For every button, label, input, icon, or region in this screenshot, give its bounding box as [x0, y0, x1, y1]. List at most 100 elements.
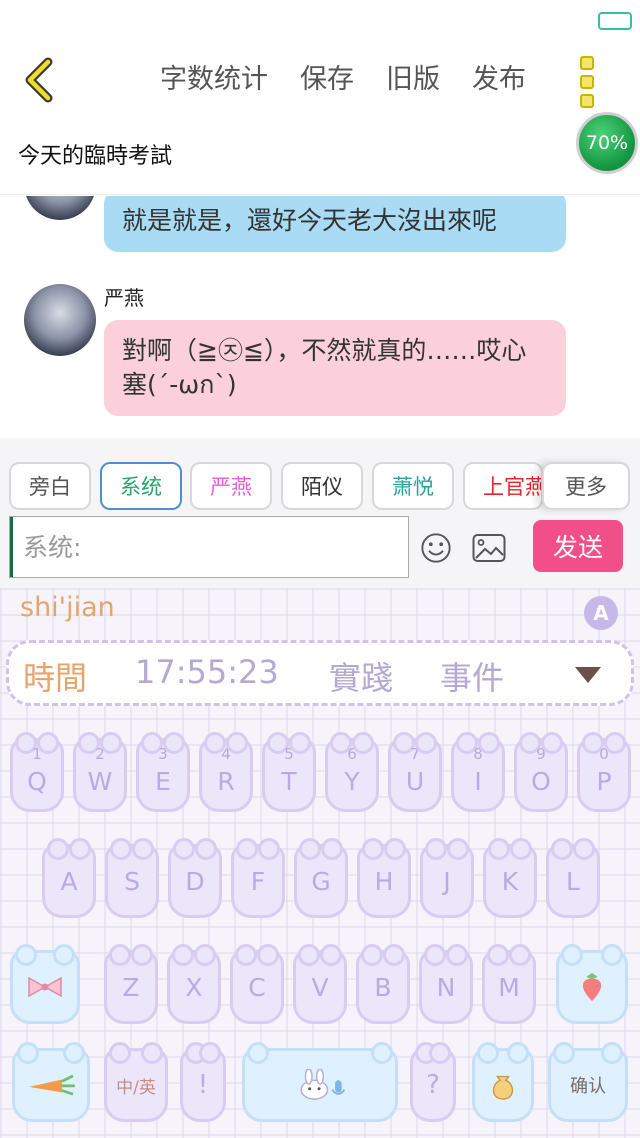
- delete-key[interactable]: [556, 944, 628, 1024]
- word-count-button[interactable]: 字数统计: [160, 60, 268, 100]
- key-i[interactable]: 8I: [451, 732, 505, 812]
- key-letter: F: [250, 867, 266, 896]
- more-roles-button[interactable]: 更多: [542, 462, 630, 510]
- key-letter: X: [185, 973, 203, 1002]
- key-letter: O: [531, 767, 551, 796]
- expand-candidates-icon[interactable]: [575, 667, 601, 683]
- strawberry-icon: [559, 953, 625, 1021]
- key-letter: H: [374, 867, 394, 896]
- space-key[interactable]: [242, 1042, 398, 1122]
- message-bubble[interactable]: 對啊（≧㉨≦），不然就真的……哎心塞(´-ωก`): [104, 320, 566, 416]
- key-letter: N: [436, 973, 456, 1002]
- bow-icon: [13, 953, 77, 1021]
- question-label: ?: [426, 1070, 440, 1100]
- role-system[interactable]: 系统: [100, 462, 182, 510]
- key-p[interactable]: 0P: [577, 732, 631, 812]
- confirm-key[interactable]: 确认: [548, 1042, 628, 1122]
- key-q[interactable]: 1Q: [10, 732, 64, 812]
- old-version-button[interactable]: 旧版: [386, 60, 440, 100]
- key-letter: M: [498, 973, 520, 1002]
- key-number: 3: [158, 745, 168, 763]
- publish-button[interactable]: 发布: [472, 60, 526, 100]
- key-z[interactable]: Z: [104, 944, 158, 1024]
- key-letter: Q: [27, 767, 47, 796]
- key-f[interactable]: F: [231, 838, 285, 918]
- role-xiaoyue[interactable]: 萧悦: [372, 462, 454, 510]
- key-letter: Y: [344, 767, 360, 796]
- key-letter: E: [155, 767, 171, 796]
- avatar: [24, 284, 96, 356]
- key-number: 4: [221, 745, 231, 763]
- key-j[interactable]: J: [420, 838, 474, 918]
- message-bubble[interactable]: 就是就是，還好今天老大沒出來呢: [104, 196, 566, 252]
- language-switch-key[interactable]: 中/英: [104, 1042, 168, 1122]
- key-b[interactable]: B: [356, 944, 410, 1024]
- role-shangguanyan[interactable]: 上官燕: [463, 462, 543, 510]
- role-moyi[interactable]: 陌仪: [281, 462, 363, 510]
- money-bag-icon: [475, 1051, 531, 1119]
- key-letter: R: [217, 767, 235, 796]
- key-m[interactable]: M: [482, 944, 536, 1024]
- chat-area: 就是就是，還好今天老大沒出來呢 严燕 對啊（≧㉨≦），不然就真的……哎心塞(´-…: [0, 196, 640, 438]
- key-u[interactable]: 7U: [388, 732, 442, 812]
- key-number: 2: [95, 745, 105, 763]
- key-s[interactable]: S: [105, 838, 159, 918]
- image-icon[interactable]: [472, 532, 506, 564]
- key-v[interactable]: V: [293, 944, 347, 1024]
- key-letter: I: [474, 767, 482, 796]
- battery-icon: [598, 12, 632, 30]
- save-button[interactable]: 保存: [300, 60, 354, 100]
- candidate-item[interactable]: 實踐: [329, 653, 393, 699]
- key-o[interactable]: 9O: [514, 732, 568, 812]
- message-input-field[interactable]: [9, 516, 409, 578]
- exclamation-label: !: [197, 1070, 209, 1100]
- emoji-icon[interactable]: [419, 532, 453, 564]
- key-h[interactable]: H: [357, 838, 411, 918]
- key-letter: C: [248, 973, 266, 1002]
- exclamation-key[interactable]: !: [180, 1042, 226, 1122]
- toolbar: 字数统计 保存 旧版 发布: [160, 60, 558, 100]
- keyboard: shi'jian A 時間 17:55:23 實踐 事件 1Q2W3E4R5T6…: [0, 588, 640, 1138]
- key-letter: U: [405, 767, 425, 796]
- key-letter: B: [374, 973, 392, 1002]
- candidate-item[interactable]: 時間: [23, 653, 87, 699]
- money-bag-key[interactable]: [472, 1042, 534, 1122]
- candidate-item[interactable]: 17:55:23: [135, 653, 279, 691]
- key-w[interactable]: 2W: [73, 732, 127, 812]
- key-letter: P: [596, 767, 612, 796]
- key-k[interactable]: K: [483, 838, 537, 918]
- key-t[interactable]: 5T: [262, 732, 316, 812]
- back-icon[interactable]: [18, 56, 66, 104]
- carrot-icon: [15, 1051, 87, 1119]
- key-a[interactable]: A: [42, 838, 96, 918]
- key-c[interactable]: C: [230, 944, 284, 1024]
- key-letter: J: [443, 867, 451, 896]
- keyboard-logo-icon[interactable]: A: [584, 596, 618, 630]
- role-narrator[interactable]: 旁白: [9, 462, 91, 510]
- question-key[interactable]: ?: [410, 1042, 456, 1122]
- confirm-label: 确认: [570, 1076, 606, 1097]
- key-l[interactable]: L: [546, 838, 600, 918]
- pinyin-composition: shi'jian: [20, 592, 115, 623]
- key-d[interactable]: D: [168, 838, 222, 918]
- key-number: 8: [473, 745, 483, 763]
- carrot-key[interactable]: [12, 1042, 90, 1122]
- role-yanyan[interactable]: 严燕: [190, 462, 272, 510]
- candidate-item[interactable]: 事件: [440, 653, 504, 699]
- progress-badge: 70%: [576, 112, 638, 174]
- message-input[interactable]: [10, 517, 408, 577]
- bow-key[interactable]: [10, 944, 80, 1024]
- key-number: 1: [32, 745, 42, 763]
- app-screen: 字数统计 保存 旧版 发布 70% 今天的臨時考試 就是就是，還好今天老大沒出來…: [0, 0, 640, 1138]
- key-y[interactable]: 6Y: [325, 732, 379, 812]
- key-e[interactable]: 3E: [136, 732, 190, 812]
- key-number: 9: [536, 745, 546, 763]
- avatar: [24, 196, 96, 220]
- key-number: 0: [599, 745, 609, 763]
- key-x[interactable]: X: [167, 944, 221, 1024]
- send-button[interactable]: 发送: [533, 520, 623, 572]
- key-r[interactable]: 4R: [199, 732, 253, 812]
- key-g[interactable]: G: [294, 838, 348, 918]
- more-menu-icon[interactable]: [580, 56, 598, 113]
- key-n[interactable]: N: [419, 944, 473, 1024]
